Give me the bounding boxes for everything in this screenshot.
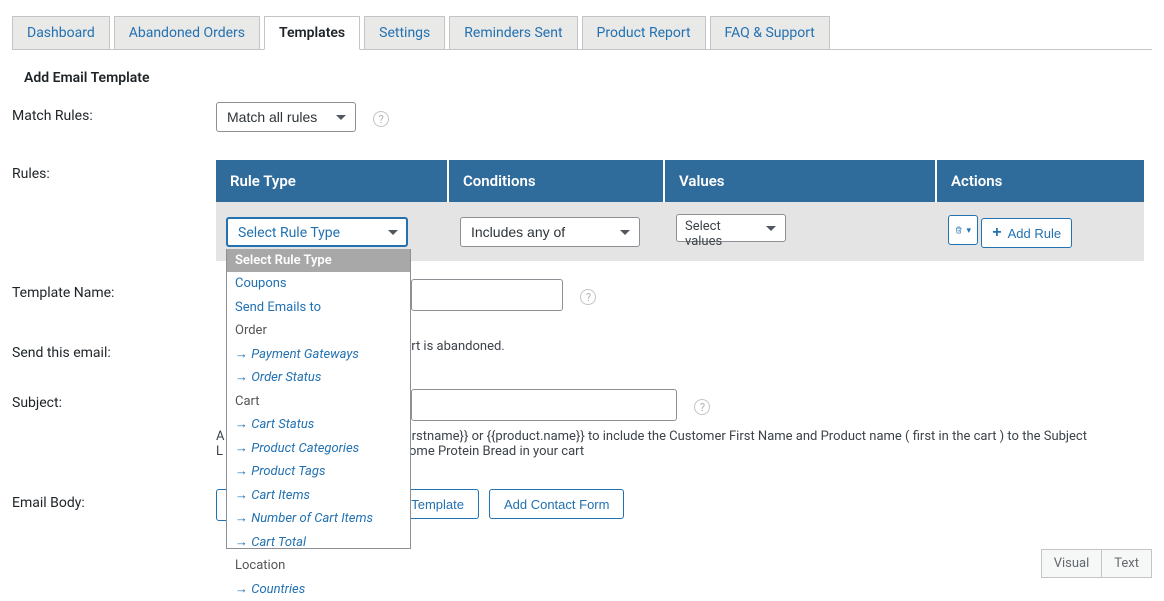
opt-order-group: Order xyxy=(227,319,410,343)
add-rule-button[interactable]: + Add Rule xyxy=(981,218,1072,248)
tab-templates[interactable]: Templates xyxy=(264,16,360,50)
th-values: Values xyxy=(664,160,936,202)
trash-icon xyxy=(955,223,962,237)
subject-input[interactable] xyxy=(411,389,677,421)
template-name-input[interactable] xyxy=(411,279,563,311)
editor-tab-visual[interactable]: Visual xyxy=(1041,549,1103,578)
opt-num-cart-items[interactable]: Number of Cart Items xyxy=(227,507,410,531)
conditions-select[interactable]: Includes any of xyxy=(460,217,640,247)
opt-order-status[interactable]: Order Status xyxy=(227,366,410,390)
opt-product-tags[interactable]: Product Tags xyxy=(227,460,410,484)
rule-type-dropdown: Select Rule Type Coupons Send Emails to … xyxy=(226,249,411,549)
delete-rule-button[interactable]: ▾ xyxy=(948,215,978,245)
tab-dashboard[interactable]: Dashboard xyxy=(12,16,110,50)
tab-faq[interactable]: FAQ & Support xyxy=(710,16,830,50)
opt-cart-items[interactable]: Cart Items xyxy=(227,484,410,508)
opt-placeholder[interactable]: Select Rule Type xyxy=(227,249,410,273)
help-icon[interactable]: ? xyxy=(694,399,710,415)
subject-label: Subject: xyxy=(12,389,216,411)
opt-send-emails[interactable]: Send Emails to xyxy=(227,296,410,320)
opt-payment-gateways[interactable]: Payment Gateways xyxy=(227,343,410,367)
rule-type-select[interactable]: Select Rule Type xyxy=(226,217,408,247)
editor-tabs: Visual Text xyxy=(1042,549,1152,578)
editor-tab-text[interactable]: Text xyxy=(1101,549,1152,578)
help-icon[interactable]: ? xyxy=(580,289,596,305)
opt-cart-total[interactable]: Cart Total xyxy=(227,531,410,555)
opt-countries[interactable]: Countries xyxy=(227,578,410,601)
send-email-suffix: rt is abandoned. xyxy=(411,333,505,354)
rules-table: Rule Type Conditions Values Actions Sele… xyxy=(216,160,1144,261)
page-title: Add Email Template xyxy=(24,70,1164,86)
opt-location-group: Location xyxy=(227,554,410,578)
opt-cart-status[interactable]: Cart Status xyxy=(227,413,410,437)
email-body-label: Email Body: xyxy=(12,489,216,511)
main-tabs: Dashboard Abandoned Orders Templates Set… xyxy=(12,16,1152,50)
opt-coupons[interactable]: Coupons xyxy=(227,272,410,296)
tab-reminders[interactable]: Reminders Sent xyxy=(449,16,577,50)
th-conditions: Conditions xyxy=(448,160,664,202)
plus-icon: + xyxy=(992,224,1001,242)
add-rule-label: Add Rule xyxy=(1008,226,1061,241)
send-email-label: Send this email: xyxy=(12,339,216,361)
rules-label: Rules: xyxy=(12,160,216,182)
add-contact-form-button[interactable]: Add Contact Form xyxy=(489,489,625,519)
rule-row: Select Rule Type Select Rule Type Coupon… xyxy=(216,202,1144,261)
tab-settings[interactable]: Settings xyxy=(364,16,445,50)
tab-abandoned-orders[interactable]: Abandoned Orders xyxy=(114,16,260,50)
template-name-label: Template Name: xyxy=(12,279,216,301)
opt-product-categories[interactable]: Product Categories xyxy=(227,437,410,461)
th-actions: Actions xyxy=(936,160,1144,202)
values-select[interactable]: Select values xyxy=(676,214,786,242)
th-rule-type: Rule Type xyxy=(216,160,448,202)
opt-cart-group: Cart xyxy=(227,390,410,414)
match-rules-select[interactable]: Match all rules xyxy=(216,102,356,132)
tab-product-report[interactable]: Product Report xyxy=(582,16,706,50)
match-rules-label: Match Rules: xyxy=(12,102,216,124)
help-icon[interactable]: ? xyxy=(373,111,389,127)
